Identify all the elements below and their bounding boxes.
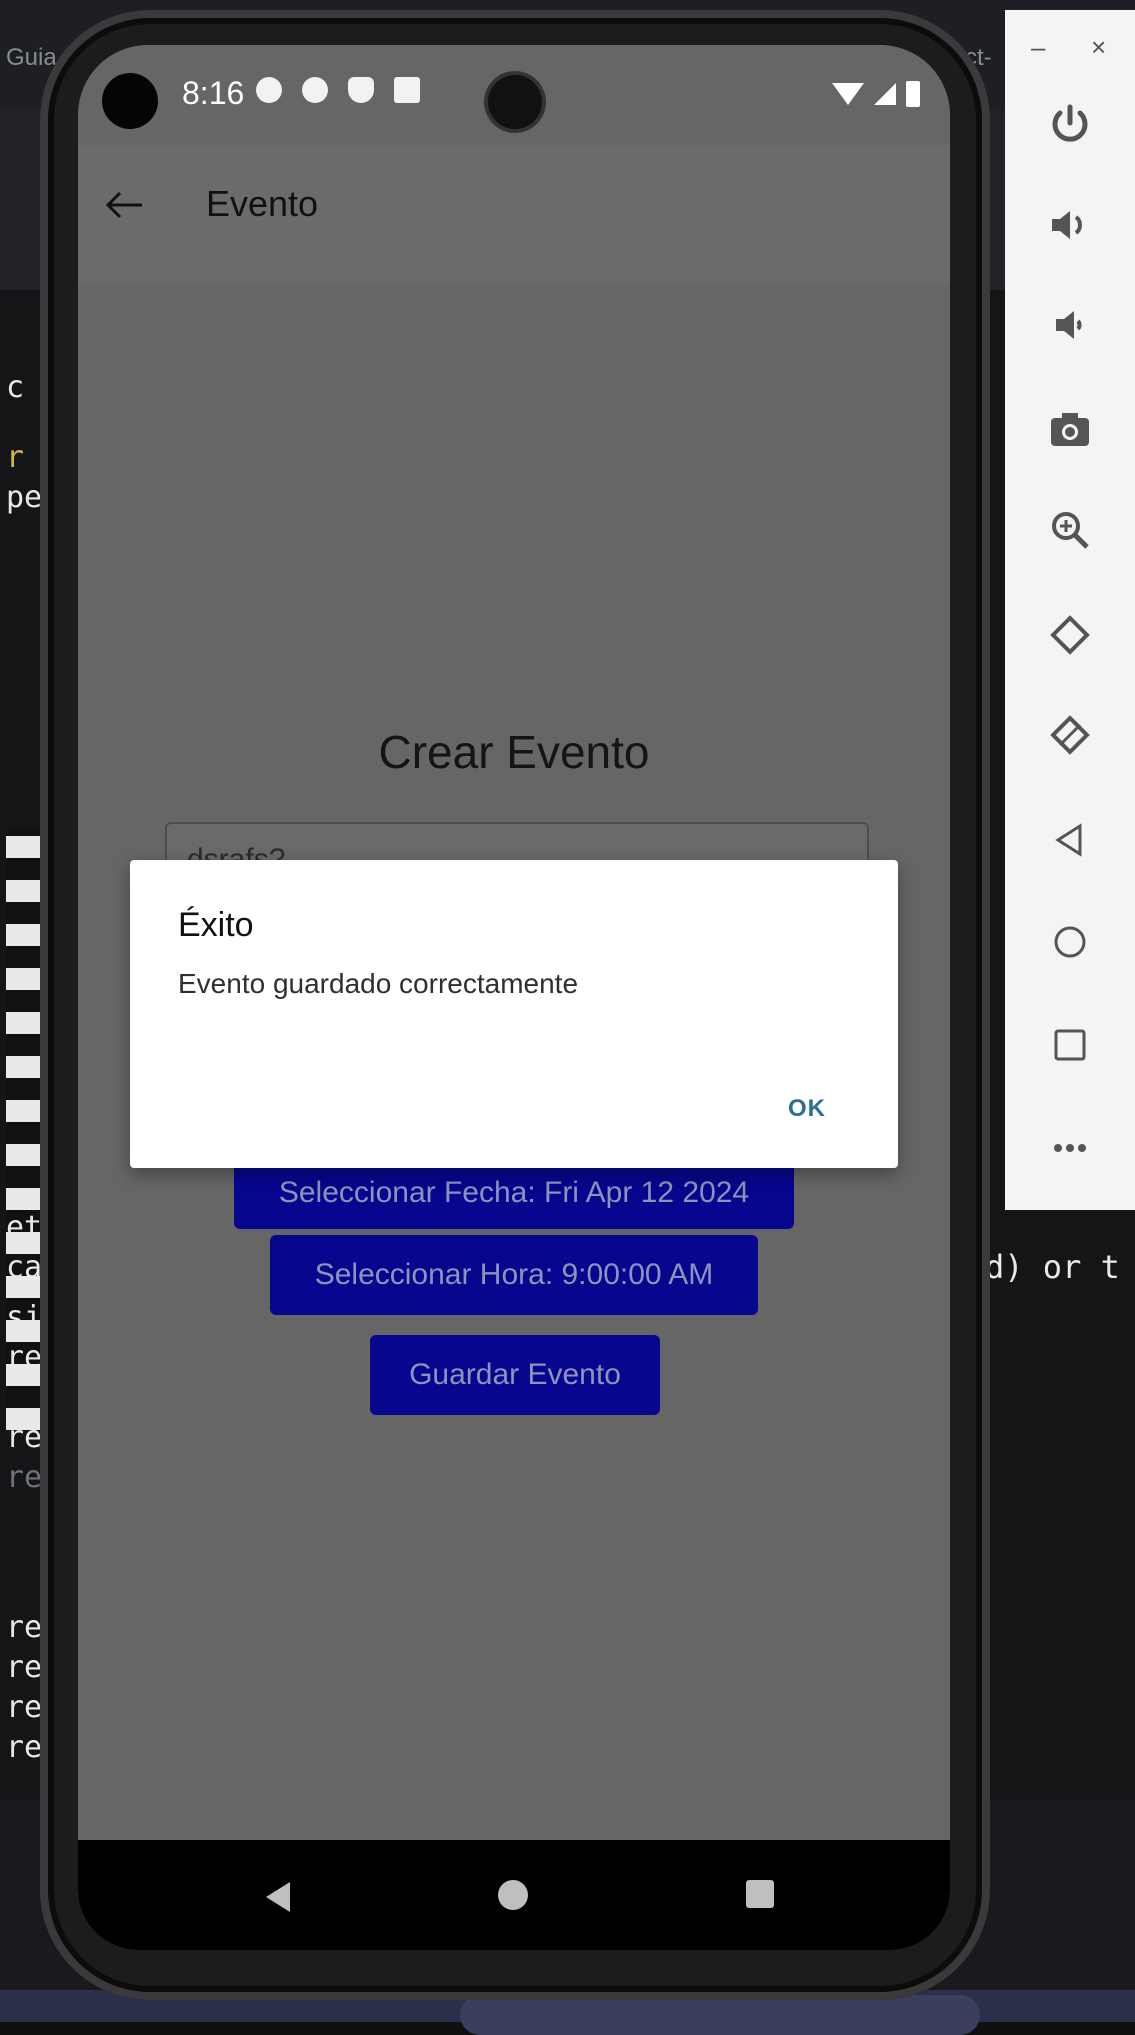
code-line: re (6, 1340, 43, 1375)
nav-home-icon[interactable] (498, 1880, 528, 1910)
page-title: Evento (206, 183, 319, 224)
volume-down-icon[interactable] (1040, 295, 1100, 355)
home-icon[interactable] (1040, 912, 1100, 972)
code-line-right: d) or t (985, 1248, 1120, 1286)
back-icon[interactable] (1040, 810, 1100, 870)
minimize-button[interactable]: – (1031, 32, 1045, 63)
camera-icon[interactable] (1040, 400, 1100, 460)
camera-cutout (488, 75, 542, 129)
navigation-bar (78, 1840, 950, 1950)
volume-up-icon[interactable] (1040, 195, 1100, 255)
code-line: re (6, 1730, 43, 1765)
code-line: si (6, 1300, 43, 1335)
wifi-icon (832, 83, 864, 105)
settings-icon (256, 77, 282, 103)
taskbar-search[interactable] (460, 1995, 980, 2035)
system-status-icons (832, 81, 920, 107)
status-time: 8:16 (182, 75, 245, 111)
code-line: c (6, 370, 25, 405)
nav-back-icon[interactable] (266, 1882, 290, 1912)
status-bar: 8:16 (78, 45, 950, 145)
power-icon[interactable] (1040, 95, 1100, 155)
signal-icon (874, 83, 896, 105)
code-line: r (6, 440, 25, 475)
success-dialog: Éxito Evento guardado correctamente OK (130, 860, 898, 1168)
dialog-message: Evento guardado correctamente (178, 968, 579, 999)
code-line: re (6, 1420, 43, 1455)
overview-icon[interactable] (1040, 1015, 1100, 1075)
ok-button[interactable]: OK (782, 1094, 832, 1124)
code-line: ca (6, 1250, 43, 1285)
page-heading: Crear Evento (378, 726, 650, 778)
more-icon[interactable] (1040, 1118, 1100, 1178)
sd-card-icon (394, 77, 420, 103)
code-line: et (6, 1210, 43, 1245)
dialog-title: Éxito (178, 906, 254, 944)
code-line: re (6, 1690, 43, 1725)
front-camera-icon (102, 73, 158, 129)
back-arrow-icon[interactable] (100, 181, 148, 229)
app-bar: Evento (78, 145, 950, 285)
nav-recents-icon[interactable] (746, 1880, 774, 1908)
select-time-button[interactable]: Seleccionar Hora: 9:00:00 AM (270, 1235, 758, 1315)
rotate-right-icon[interactable] (1040, 705, 1100, 765)
shield-icon (348, 77, 374, 103)
battery-icon (906, 81, 920, 107)
app-notification-icon (302, 77, 328, 103)
close-button[interactable]: × (1091, 32, 1106, 63)
code-line: pe (6, 480, 43, 515)
notification-icons (256, 77, 420, 103)
zoom-icon[interactable] (1040, 500, 1100, 560)
save-event-button[interactable]: Guardar Evento (370, 1335, 660, 1415)
ide-tab-left[interactable]: Guia (6, 44, 57, 72)
code-line: re (6, 1610, 43, 1645)
code-line: re (6, 1460, 43, 1495)
rotate-left-icon[interactable] (1040, 605, 1100, 665)
code-line: re (6, 1650, 43, 1685)
